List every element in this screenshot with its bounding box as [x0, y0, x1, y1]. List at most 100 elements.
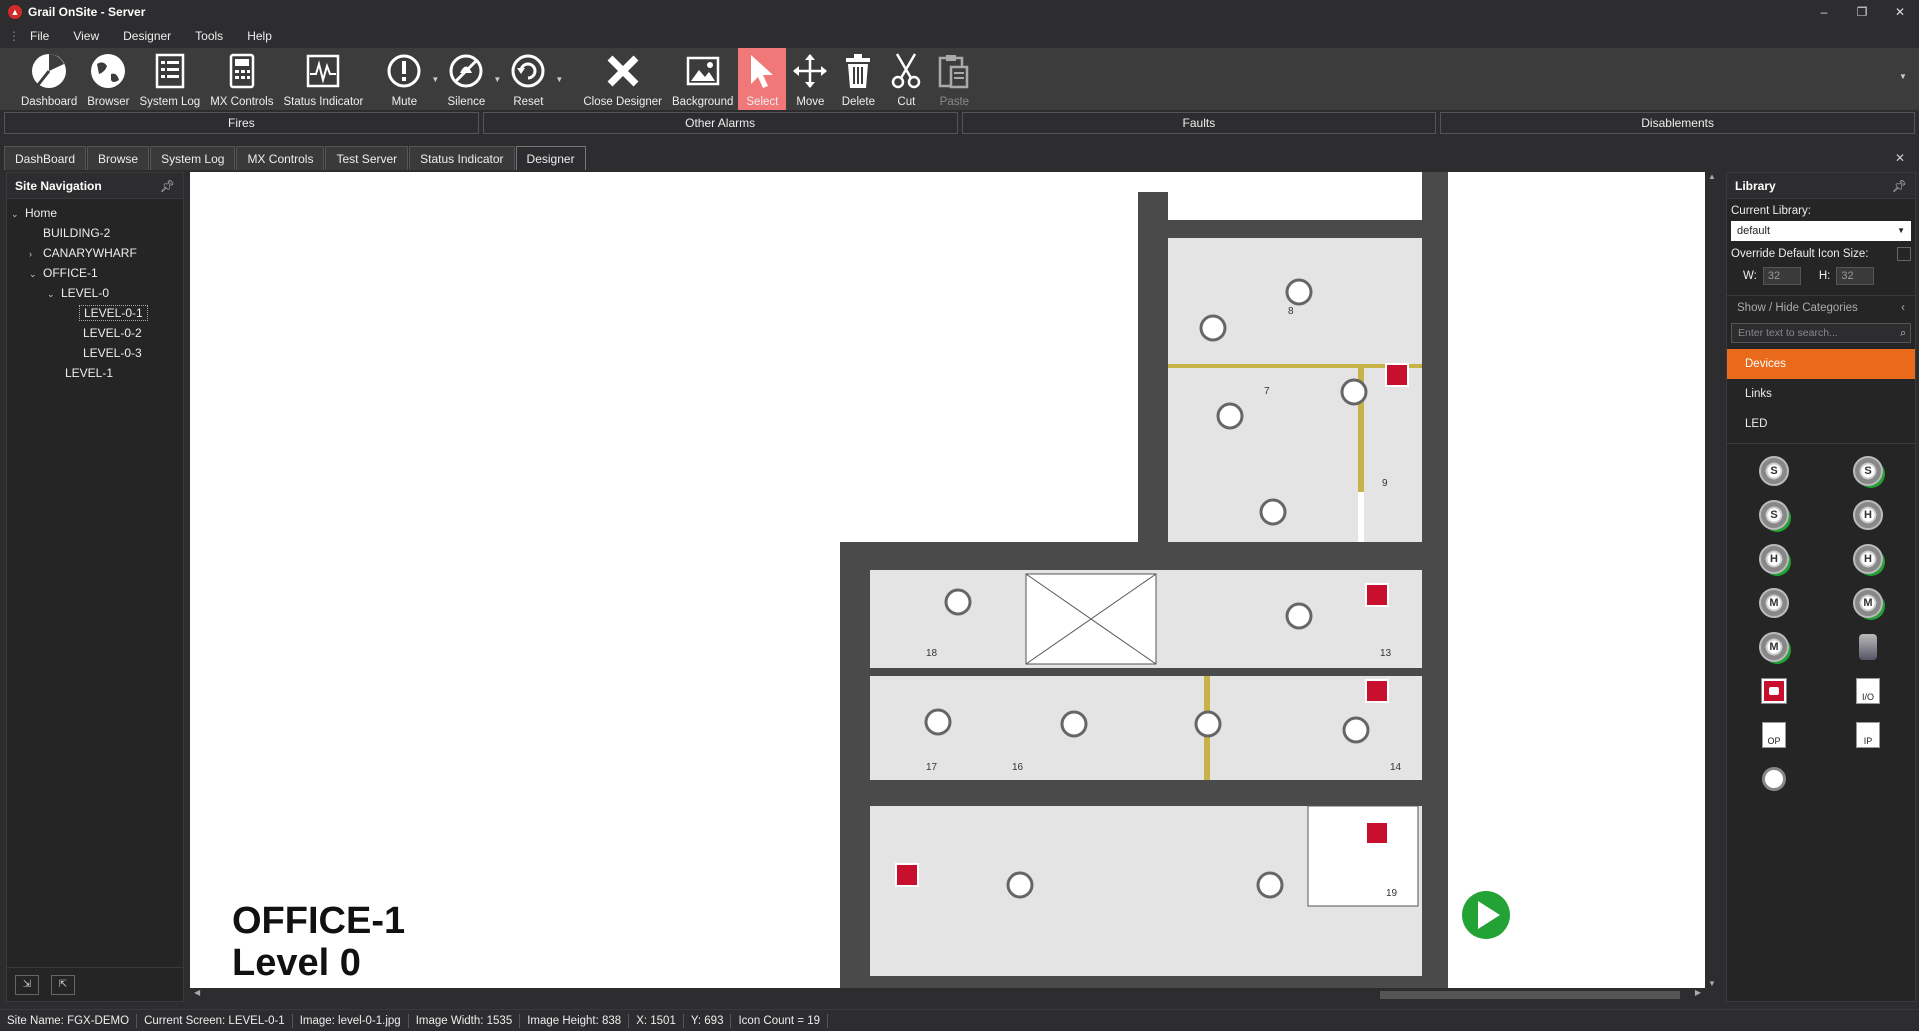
background-label: Background: [672, 96, 734, 108]
expand-icon[interactable]: ⌄: [47, 284, 61, 304]
category-led[interactable]: LED: [1727, 409, 1915, 439]
tab-test-server[interactable]: Test Server: [325, 146, 409, 170]
library-item[interactable]: M: [1727, 630, 1821, 664]
close-window-button[interactable]: ✕: [1881, 5, 1919, 19]
library-item[interactable]: S: [1821, 454, 1915, 488]
smoke-detector-icon: S: [1759, 500, 1789, 530]
library-item[interactable]: M: [1727, 586, 1821, 620]
select-button[interactable]: Select: [738, 48, 787, 110]
other-alarms-tab[interactable]: Other Alarms: [482, 112, 958, 134]
tree-item-level-0[interactable]: ⌄ LEVEL-0: [7, 283, 183, 303]
tree-item-level-0-3[interactable]: LEVEL-0-3: [7, 343, 183, 363]
expand-icon[interactable]: ›: [29, 244, 43, 264]
tree-item-office-1[interactable]: ⌄ OFFICE-1: [7, 263, 183, 283]
library-item[interactable]: [1727, 674, 1821, 708]
reset-button[interactable]: Reset: [504, 48, 552, 110]
library-item[interactable]: M: [1821, 586, 1915, 620]
tab-mx-controls[interactable]: MX Controls: [236, 146, 325, 170]
collapse-all-icon[interactable]: ⇱: [51, 974, 75, 995]
background-button[interactable]: Background: [667, 48, 738, 110]
faults-tab[interactable]: Faults: [961, 112, 1437, 134]
tab-designer[interactable]: Designer: [515, 146, 586, 170]
browser-button[interactable]: Browser: [82, 48, 134, 110]
heat-detector-icon: H: [1759, 544, 1789, 574]
tree-item-home[interactable]: ⌄ Home: [7, 203, 183, 223]
override-size-checkbox[interactable]: [1897, 247, 1911, 261]
tab-browse[interactable]: Browse: [87, 146, 150, 170]
category-devices[interactable]: Devices: [1727, 349, 1915, 379]
tree-label: OFFICE-1: [43, 266, 98, 280]
smoke-detector-icon: S: [1759, 456, 1789, 486]
library-item[interactable]: [1727, 762, 1821, 796]
expand-icon[interactable]: ⌄: [11, 204, 25, 224]
menu-help[interactable]: Help: [247, 29, 272, 43]
tree-item-level-1[interactable]: LEVEL-1: [7, 363, 183, 383]
wall: [870, 668, 1422, 676]
tree-item-canarywharf[interactable]: › CANARYWHARF: [7, 243, 183, 263]
vertical-scrollbar[interactable]: ▲ ▼: [1705, 172, 1719, 988]
library-item[interactable]: S: [1727, 454, 1821, 488]
cut-button[interactable]: Cut: [882, 48, 930, 110]
paste-button[interactable]: Paste: [930, 48, 978, 110]
menu-tools[interactable]: Tools: [195, 29, 223, 43]
library-item[interactable]: OP: [1727, 718, 1821, 752]
disablements-tab[interactable]: Disablements: [1440, 112, 1915, 134]
mute-dropdown-icon[interactable]: ▼: [428, 48, 442, 110]
library-item[interactable]: I/O: [1821, 674, 1915, 708]
mx-controls-button[interactable]: MX Controls: [205, 48, 278, 110]
library-search-input[interactable]: Enter text to search... ⌕: [1731, 323, 1911, 343]
smoke-detector: [1060, 710, 1088, 738]
tree-item-level-0-1[interactable]: LEVEL-0-1: [7, 303, 183, 323]
silence-button[interactable]: Silence: [442, 48, 490, 110]
horizontal-scrollbar[interactable]: ◀ ▶: [190, 988, 1705, 1002]
tree-label: LEVEL-0: [61, 286, 110, 300]
silence-dropdown-icon[interactable]: ▼: [490, 48, 504, 110]
library-item[interactable]: S: [1727, 498, 1821, 532]
smoke-detector: [1342, 716, 1370, 744]
fires-tab[interactable]: Fires: [4, 112, 479, 134]
site-navigation-panel: Site Navigation 📌︎ ⌄ Home BUILDING-2 › CANA…: [6, 172, 184, 1002]
system-log-button[interactable]: System Log: [134, 48, 205, 110]
reset-dropdown-icon[interactable]: ▼: [552, 48, 566, 110]
room-number: 18: [926, 648, 938, 659]
category-links[interactable]: Links: [1727, 379, 1915, 409]
tab-status-indicator[interactable]: Status Indicator: [409, 146, 515, 170]
mute-button[interactable]: Mute: [380, 48, 428, 110]
width-input[interactable]: 32: [1762, 267, 1801, 285]
library-item[interactable]: H: [1821, 498, 1915, 532]
tab-dashboard[interactable]: DashBoard: [4, 146, 87, 170]
dashboard-button[interactable]: Dashboard: [16, 48, 82, 110]
library-item[interactable]: IP: [1821, 718, 1915, 752]
expand-all-icon[interactable]: ⇲: [15, 974, 39, 995]
menu-designer[interactable]: Designer: [123, 29, 171, 43]
menu-view[interactable]: View: [73, 29, 99, 43]
pin-icon[interactable]: 📌︎: [160, 173, 175, 199]
close-tab-icon[interactable]: ✕: [1895, 146, 1905, 170]
expand-icon[interactable]: ⌄: [29, 264, 43, 284]
restore-button[interactable]: ❐: [1843, 5, 1881, 19]
reset-icon: [511, 54, 545, 88]
status-indicator-button[interactable]: Status Indicator: [278, 48, 368, 110]
room-number: 7: [1264, 386, 1270, 397]
library-item[interactable]: [1821, 630, 1915, 664]
tab-system-log[interactable]: System Log: [150, 146, 236, 170]
designer-canvas[interactable]: OFFICE-1 Level 0 8 7 9 18 13 17 16 14 19: [190, 172, 1705, 988]
heat-detector-icon: H: [1853, 544, 1883, 574]
pin-icon[interactable]: 📌︎: [1892, 173, 1907, 199]
height-input[interactable]: 32: [1836, 267, 1875, 285]
library-item[interactable]: H: [1821, 542, 1915, 576]
tree-item-level-0-2[interactable]: LEVEL-0-2: [7, 323, 183, 343]
delete-button[interactable]: Delete: [834, 48, 882, 110]
trash-icon: [846, 54, 871, 88]
menu-file[interactable]: File: [30, 29, 49, 43]
tree-item-building-2[interactable]: BUILDING-2: [7, 223, 183, 243]
categories-toggle[interactable]: Show / Hide Categories ‹: [1727, 295, 1915, 319]
toolbar-overflow-icon[interactable]: ▼: [1899, 48, 1919, 81]
wall: [870, 780, 1422, 806]
close-designer-button[interactable]: Close Designer: [578, 48, 667, 110]
minimize-button[interactable]: –: [1805, 5, 1843, 19]
move-button[interactable]: Move: [786, 48, 834, 110]
menu-bar: ⋮ File View Designer Tools Help: [0, 24, 1919, 48]
library-item[interactable]: H: [1727, 542, 1821, 576]
current-library-select[interactable]: default ▼: [1731, 221, 1911, 241]
